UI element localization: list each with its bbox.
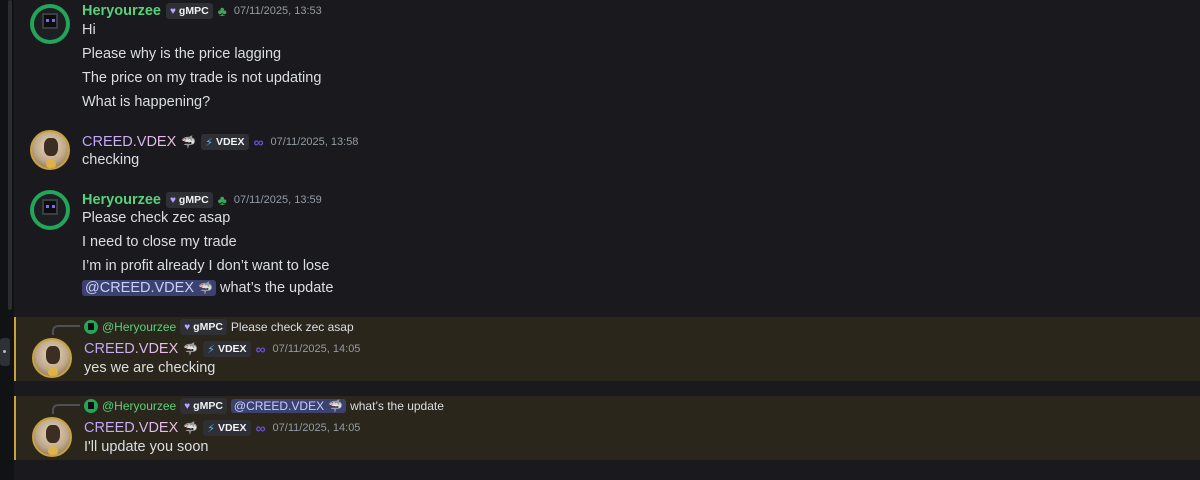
timestamp: 07/11/2025, 14:05: [272, 343, 361, 355]
message-header: Heryourzee ♥ gMPC ♣ 07/11/2025, 13:53: [82, 1, 322, 21]
shark-icon: 🦈: [181, 135, 197, 149]
message-header: CREED.VDEX 🦈 ⚡ VDEX ∞ 07/11/2025, 14:05: [84, 418, 360, 438]
author-name[interactable]: CREED.VDEX: [82, 134, 176, 150]
clover-icon: ♣: [217, 192, 227, 208]
left-rail: [0, 0, 14, 480]
reply-preview[interactable]: @Heryourzee ♥ gMPC Please check zec asap: [84, 318, 354, 336]
scroll-dot-icon: [3, 350, 6, 353]
scroll-thumb[interactable]: [0, 338, 10, 366]
server-tag[interactable]: ⚡ VDEX: [203, 420, 251, 436]
reply-spine: [52, 404, 80, 414]
reply-user[interactable]: @Heryourzee: [102, 320, 176, 334]
bolt-icon: ⚡: [205, 136, 213, 149]
knot-icon: ∞: [253, 134, 264, 150]
message-header: CREED.VDEX 🦈 ⚡ VDEX ∞ 07/11/2025, 13:58: [82, 132, 358, 152]
avatar[interactable]: [32, 417, 72, 457]
clover-icon: ♣: [217, 3, 227, 19]
reply-text: Please check zec asap: [230, 320, 354, 334]
scroll-track[interactable]: [8, 0, 12, 310]
heart-icon: ♥: [184, 400, 191, 412]
heart-icon: ♥: [169, 5, 176, 17]
message-line: Please why is the price lagging: [82, 46, 282, 62]
timestamp: 07/11/2025, 14:05: [272, 422, 361, 434]
chat-messages: Heryourzee ♥ gMPC ♣ 07/11/2025, 13:53 Hi …: [14, 0, 1200, 480]
message-group: Heryourzee ♥ gMPC ♣ 07/11/2025, 13:53 Hi …: [14, 0, 1200, 118]
message-header: Heryourzee ♥ gMPC ♣ 07/11/2025, 13:59: [82, 190, 322, 210]
shark-icon: 🦈: [183, 342, 199, 356]
reply-text: what’s the update: [350, 399, 444, 413]
author-name[interactable]: Heryourzee: [82, 3, 161, 19]
message-line: I need to close my trade: [82, 234, 237, 250]
user-mention[interactable]: @CREED.VDEX 🦈: [82, 280, 216, 296]
shark-icon: 🦈: [183, 421, 199, 435]
message-line: yes we are checking: [84, 360, 216, 376]
message-group: Heryourzee ♥ gMPC ♣ 07/11/2025, 13:59 Ple…: [14, 186, 1200, 304]
server-tag[interactable]: ⚡ VDEX: [203, 341, 251, 357]
avatar[interactable]: [30, 190, 70, 230]
message-line: @CREED.VDEX 🦈 what’s the update: [82, 280, 333, 296]
message-group-highlighted: @Heryourzee ♥ gMPC @CREED.VDEX 🦈 what’s th…: [14, 396, 1200, 460]
message-text: what’s the update: [219, 280, 334, 296]
reply-user[interactable]: @Heryourzee: [102, 399, 176, 413]
timestamp: 07/11/2025, 13:59: [233, 194, 322, 206]
message-header: CREED.VDEX 🦈 ⚡ VDEX ∞ 07/11/2025, 14:05: [84, 339, 360, 359]
reply-avatar: [84, 399, 98, 413]
message-line: Hi: [82, 22, 96, 38]
message-line: I'll update you soon: [84, 439, 209, 455]
author-name[interactable]: CREED.VDEX: [84, 420, 178, 436]
server-tag: ♥ gMPC: [180, 319, 227, 335]
message-line: I’m in profit already I don’t want to lo…: [82, 258, 330, 274]
server-tag: ♥ gMPC: [180, 398, 227, 414]
reply-spine: [52, 325, 80, 335]
avatar[interactable]: [30, 130, 70, 170]
bolt-icon: ⚡: [207, 422, 215, 435]
message-line: Please check zec asap: [82, 210, 231, 226]
shark-icon: 🦈: [198, 281, 213, 295]
user-mention[interactable]: @CREED.VDEX 🦈: [230, 399, 347, 413]
knot-icon: ∞: [255, 420, 266, 436]
server-tag[interactable]: ⚡ VDEX: [201, 134, 249, 150]
avatar[interactable]: [30, 4, 70, 44]
message-group-highlighted: @Heryourzee ♥ gMPC Please check zec asap …: [14, 317, 1200, 381]
message-group: CREED.VDEX 🦈 ⚡ VDEX ∞ 07/11/2025, 13:58 c…: [14, 126, 1200, 176]
timestamp: 07/11/2025, 13:58: [270, 136, 359, 148]
author-name[interactable]: Heryourzee: [82, 192, 161, 208]
shark-icon: 🦈: [328, 399, 344, 413]
message-line: checking: [82, 152, 140, 168]
timestamp: 07/11/2025, 13:53: [233, 5, 322, 17]
reply-preview[interactable]: @Heryourzee ♥ gMPC @CREED.VDEX 🦈 what’s th…: [84, 397, 444, 415]
bolt-icon: ⚡: [207, 343, 215, 356]
knot-icon: ∞: [255, 341, 266, 357]
author-name[interactable]: CREED.VDEX: [84, 341, 178, 357]
reply-avatar: [84, 320, 98, 334]
server-tag[interactable]: ♥ gMPC: [165, 192, 213, 208]
server-tag[interactable]: ♥ gMPC: [165, 3, 213, 19]
avatar[interactable]: [32, 338, 72, 378]
message-line: The price on my trade is not updating: [82, 70, 322, 86]
heart-icon: ♥: [184, 321, 191, 333]
heart-icon: ♥: [169, 194, 176, 206]
message-line: What is happening?: [82, 94, 211, 110]
